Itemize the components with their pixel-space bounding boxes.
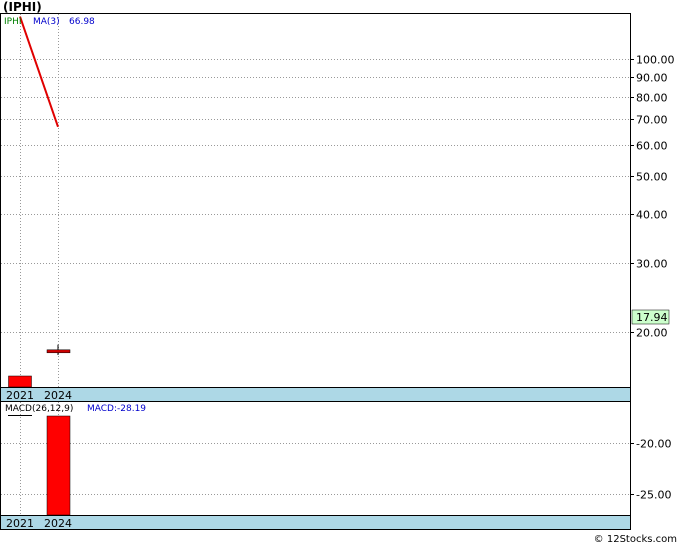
price-tick-label: 30.00: [636, 258, 668, 271]
macd-date-band: [0, 515, 631, 530]
price-tick-label: 100.00: [636, 54, 675, 67]
macd-axis: -20.00 -25.00: [630, 438, 671, 502]
price-tick-label: 20.00: [636, 327, 668, 340]
volume-bar: [8, 375, 32, 388]
macd-date-label: 2024: [44, 517, 72, 530]
price-date-label: 2024: [44, 389, 72, 402]
price-axis: 100.00 90.00 80.00 70.00 60.00 50.00 40.00 30.0…: [630, 54, 675, 340]
price-tick-label: 60.00: [636, 140, 668, 153]
credit-text: © 12Stocks.com: [593, 534, 677, 545]
macd-bar: [46, 415, 71, 516]
macd-tick-label: -20.00: [636, 438, 671, 451]
stock-chart: 100.00 90.00 80.00 70.00 60.00 50.00 40.00 30.0…: [0, 13, 675, 530]
last-price-tag: 17.94: [636, 311, 668, 324]
legend-ma-value: 66.98: [69, 17, 95, 27]
price-tick-label: 40.00: [636, 209, 668, 222]
price-tick-label: 90.00: [636, 72, 668, 85]
candle-body: [46, 349, 71, 354]
macd-date-label: 2021: [6, 517, 34, 530]
macd-legend-value: MACD:-28.19: [87, 404, 146, 414]
macd-panel-frame: [0, 401, 631, 516]
macd-legend-label: MACD(26,12,9): [5, 404, 73, 414]
price-tick-label: 80.00: [636, 92, 668, 105]
price-date-label: 2021: [6, 389, 34, 402]
price-tick-label: 70.00: [636, 114, 668, 127]
legend-ticker: IPHI: [4, 17, 22, 27]
legend-ma-label: MA(3): [33, 17, 60, 27]
price-panel-frame: [0, 13, 631, 388]
price-tick-label: 50.00: [636, 171, 668, 184]
price-date-band: [0, 387, 631, 402]
macd-tick-label: -25.00: [636, 489, 671, 502]
